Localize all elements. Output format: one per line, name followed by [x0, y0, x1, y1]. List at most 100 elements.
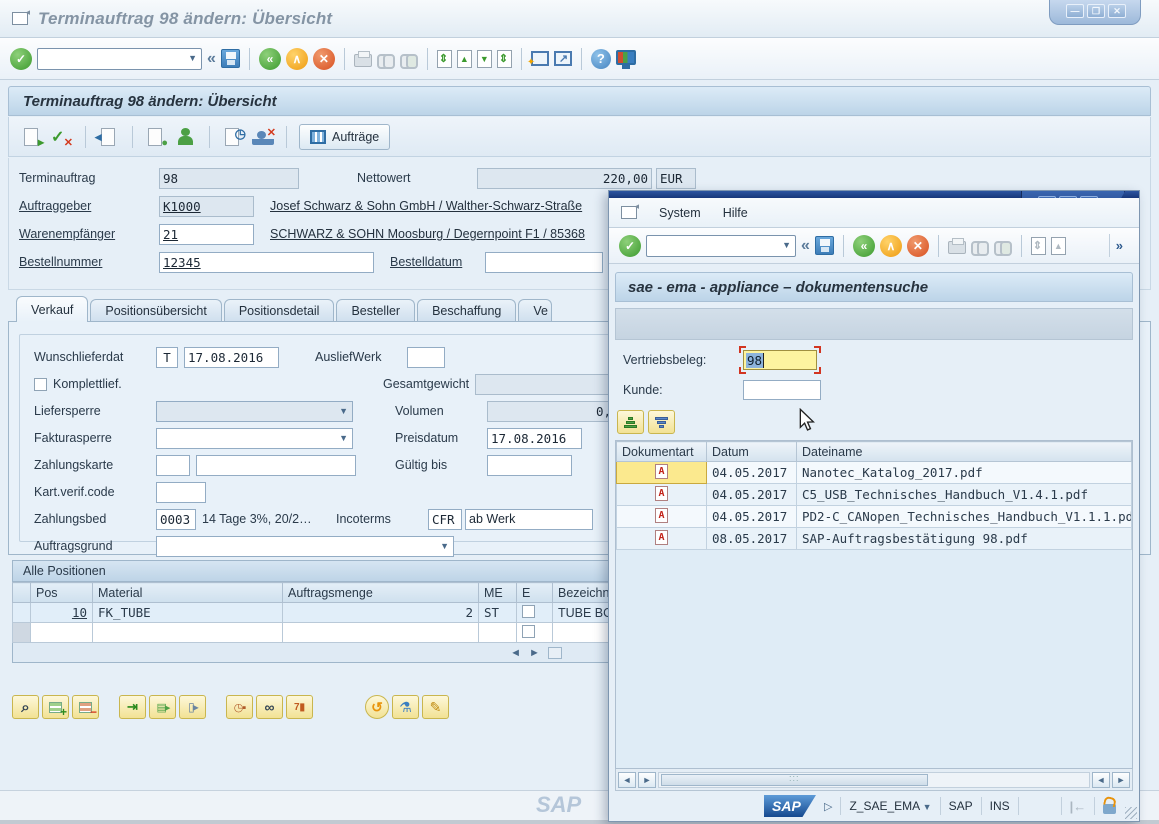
insert-row-button[interactable] — [42, 695, 69, 719]
preisdatum-field[interactable] — [487, 428, 582, 449]
scroll-knob[interactable] — [548, 647, 562, 659]
col-dokumentart[interactable]: Dokumentart — [617, 442, 707, 462]
copy-document-icon[interactable] — [21, 127, 43, 147]
scrollbar-track[interactable] — [658, 772, 1090, 788]
create-shortcut-icon[interactable] — [554, 51, 572, 66]
enter-button[interactable]: ✓ — [10, 48, 32, 70]
auftraggeber-field[interactable] — [159, 196, 254, 217]
e-cell[interactable] — [517, 623, 553, 643]
system-id-selector[interactable]: Z_SAE_EMA — [849, 799, 931, 813]
col-auftragsmenge[interactable]: Auftragsmenge — [283, 583, 479, 603]
scroll-right-icon[interactable]: ► — [638, 772, 656, 788]
schedule-lines-button[interactable] — [226, 695, 253, 719]
col-dateiname[interactable]: Dateiname — [797, 442, 1132, 462]
me-cell[interactable]: ST — [479, 603, 517, 623]
document-row-3[interactable]: 04.05.2017 PD2-C_CANopen_Technisches_Han… — [617, 506, 1132, 528]
command-field[interactable] — [37, 48, 202, 70]
dateiname-cell[interactable]: SAP-Auftragsbestätigung 98.pdf — [797, 528, 1132, 550]
find-icon[interactable] — [377, 54, 395, 66]
auftraggeber-address-link[interactable]: Josef Schwarz & Sohn GmbH / Walther-Schw… — [270, 199, 582, 213]
exit-icon[interactable]: ∧ — [286, 48, 308, 70]
col-datum[interactable]: Datum — [707, 442, 797, 462]
exit-icon[interactable]: ∧ — [880, 235, 902, 257]
print-icon[interactable] — [948, 241, 966, 254]
wunschlieferdat-field[interactable] — [184, 347, 279, 368]
zahlungsbed-field[interactable] — [156, 509, 196, 530]
warenempfaenger-label[interactable]: Warenempfänger — [19, 227, 159, 241]
liefersperre-dropdown[interactable] — [156, 401, 353, 422]
update-prices-button[interactable] — [365, 695, 389, 719]
warenempfaenger-address-link[interactable]: SCHWARZ & SOHN Moosburg / Degernpoint F1… — [270, 227, 585, 241]
bestelldatum-field[interactable] — [485, 252, 603, 273]
e-checkbox[interactable] — [522, 625, 535, 638]
warenempfaenger-field[interactable] — [159, 224, 254, 245]
find-icon[interactable] — [971, 241, 989, 253]
display-item-button[interactable] — [179, 695, 206, 719]
close-button[interactable]: ✕ — [1108, 4, 1126, 18]
display-header-details-icon[interactable] — [145, 127, 167, 147]
bestellnummer-field[interactable] — [159, 252, 374, 273]
auftraege-button[interactable]: Aufträge — [299, 124, 390, 150]
last-page-icon[interactable] — [497, 50, 512, 68]
tab-beschaffung[interactable]: Beschaffung — [417, 299, 516, 322]
propose-items-button[interactable] — [149, 695, 176, 719]
material-cell[interactable]: FK_TUBE — [93, 603, 283, 623]
document-type-cell[interactable] — [617, 462, 707, 484]
auftraggeber-label[interactable]: Auftraggeber — [19, 199, 159, 213]
komplettlief-checkbox[interactable] — [34, 378, 47, 391]
tab-positionsuebersicht[interactable]: Positionsübersicht — [90, 299, 221, 322]
bestelldatum-label[interactable]: Bestelldatum — [390, 255, 485, 269]
terminauftrag-field[interactable] — [159, 168, 299, 189]
delete-row-button[interactable] — [72, 695, 99, 719]
check-incompletion-icon[interactable] — [51, 127, 73, 147]
tab-positionsdetail[interactable]: Positionsdetail — [224, 299, 335, 322]
delivery-schedule-icon[interactable] — [222, 127, 244, 147]
command-field[interactable] — [646, 235, 796, 257]
item-detail-button[interactable] — [12, 695, 39, 719]
save-icon[interactable] — [221, 49, 240, 68]
e-cell[interactable] — [517, 603, 553, 623]
availability-check-button[interactable] — [256, 695, 283, 719]
wunschlieferdat-type-field[interactable] — [156, 347, 178, 368]
cancel-icon[interactable]: ✕ — [313, 48, 335, 70]
back-icon[interactable]: « — [259, 48, 281, 70]
menge-cell[interactable]: 2 — [283, 603, 479, 623]
fakturasperre-dropdown[interactable] — [156, 428, 353, 449]
collapse-toolbar-icon[interactable]: « — [207, 50, 216, 68]
document-type-cell[interactable] — [617, 506, 707, 528]
partner-icon[interactable] — [175, 127, 197, 147]
restore-button[interactable]: ❐ — [1087, 4, 1105, 18]
page-up-icon[interactable] — [457, 50, 472, 68]
tab-verkauf[interactable]: Verkauf — [16, 296, 88, 322]
minimize-button[interactable]: — — [1066, 4, 1084, 18]
check-availability-button[interactable] — [392, 695, 419, 719]
status-expand-icon[interactable]: ▷ — [824, 800, 832, 813]
tab-versand[interactable]: Ve — [518, 299, 552, 322]
tab-besteller[interactable]: Besteller — [336, 299, 415, 322]
back-icon[interactable]: « — [853, 235, 875, 257]
save-icon[interactable] — [815, 236, 834, 255]
scroll-left-icon[interactable]: ◄ — [1092, 772, 1110, 788]
document-row-2[interactable]: 04.05.2017 C5_USB_Technisches_Handbuch_V… — [617, 484, 1132, 506]
auftragsgrund-dropdown[interactable] — [156, 536, 454, 557]
item-conditions-button[interactable] — [286, 695, 313, 719]
gueltig-bis-field[interactable] — [487, 455, 572, 476]
kart-verif-code-field[interactable] — [156, 482, 206, 503]
display-doc-flow-icon[interactable] — [98, 127, 120, 147]
find-next-icon[interactable] — [994, 241, 1012, 253]
scroll-left-icon[interactable]: ◄ — [510, 647, 521, 659]
document-type-cell[interactable] — [617, 484, 707, 506]
datum-cell[interactable]: 04.05.2017 — [707, 484, 797, 506]
customize-layout-icon[interactable] — [616, 50, 636, 65]
document-row-1[interactable]: 04.05.2017 Nanotec_Katalog_2017.pdf — [617, 462, 1132, 484]
overwrite-mode-icon[interactable]: |← — [1070, 799, 1087, 814]
dateiname-cell[interactable]: Nanotec_Katalog_2017.pdf — [797, 462, 1132, 484]
scrollbar-thumb[interactable] — [661, 774, 928, 786]
enter-button[interactable]: ✓ — [619, 235, 641, 257]
ausliefwerk-field[interactable] — [407, 347, 445, 368]
incoterms-field[interactable] — [428, 509, 462, 530]
zahlungskarte-type-field[interactable] — [156, 455, 190, 476]
col-pos[interactable]: Pos — [31, 583, 93, 603]
print-icon[interactable] — [354, 54, 372, 67]
zahlungskarte-number-field[interactable] — [196, 455, 356, 476]
